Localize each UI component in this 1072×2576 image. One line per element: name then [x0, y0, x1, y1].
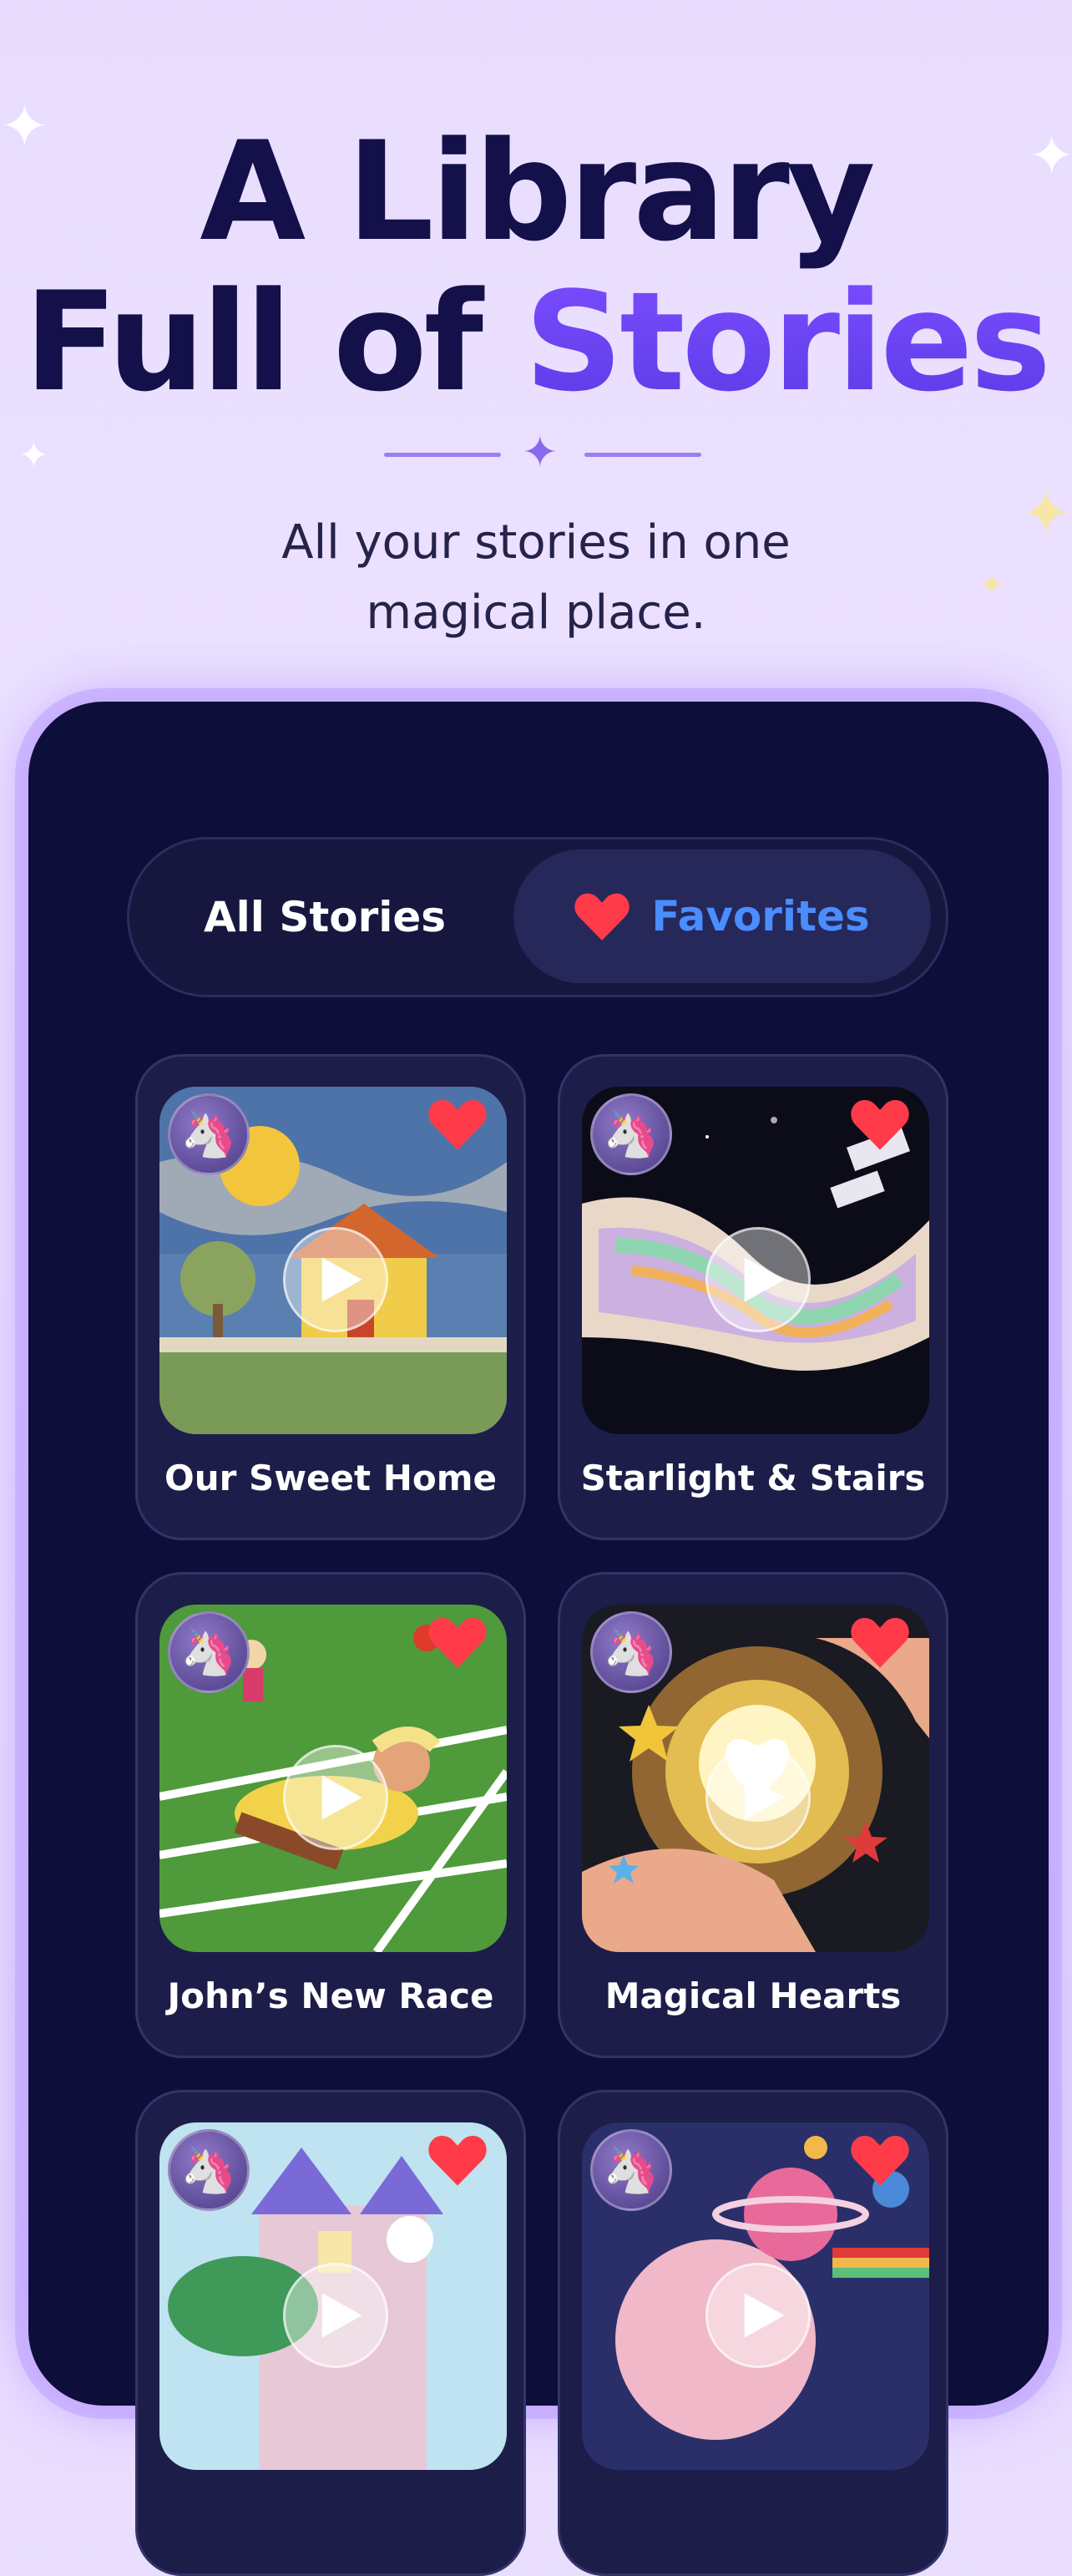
story-title: Starlight & Stairs [580, 1458, 926, 1498]
play-button[interactable] [283, 1745, 388, 1850]
unicorn-icon: 🦄 [590, 2129, 672, 2211]
page-title-plain: Full of [23, 262, 525, 422]
page-title-line2: Full of Stories [0, 267, 1072, 418]
divider-line [384, 453, 501, 457]
page-title-accent: Stories [524, 262, 1051, 422]
unicorn-icon: 🦄 [590, 1611, 672, 1693]
divider-line [584, 453, 701, 457]
play-icon [321, 1775, 362, 1820]
title-divider: ✦ [0, 431, 1072, 474]
subtitle-line1: All your stories in one [281, 515, 791, 570]
story-title: Magical Hearts [604, 1975, 902, 2016]
story-title: John’s New Race [167, 1975, 494, 2016]
play-icon [744, 2293, 785, 2338]
play-button[interactable] [705, 1227, 811, 1332]
story-card[interactable]: 🦄 [135, 2090, 526, 2576]
unicorn-icon: 🦄 [168, 1611, 250, 1693]
sparkle-icon: ✦ [522, 428, 559, 478]
unicorn-icon: 🦄 [168, 2129, 250, 2211]
story-card[interactable]: 🦄 John’s New Race [135, 1572, 526, 2058]
heart-icon[interactable] [851, 1098, 909, 1150]
tab-favorites[interactable]: Favorites [513, 849, 931, 983]
play-icon [744, 1257, 785, 1302]
story-card[interactable]: 🦄 Our Sweet Home [135, 1054, 526, 1540]
heart-icon[interactable] [851, 1616, 909, 1668]
tab-favorites-label: Favorites [651, 892, 870, 941]
story-card[interactable]: 🦄 Magical Hearts [558, 1572, 948, 2058]
heart-icon[interactable] [851, 2134, 909, 2186]
play-icon [744, 1775, 785, 1820]
page-subtitle: All your stories in one magical place. [0, 508, 1072, 648]
heart-icon[interactable] [428, 2134, 487, 2186]
story-filter-tabs: All Stories Favorites [127, 837, 948, 997]
play-icon [321, 2293, 362, 2338]
page-title-line1: A Library [200, 112, 875, 271]
play-button[interactable] [705, 1745, 811, 1850]
story-card[interactable]: 🦄 Starlight & Stairs [558, 1054, 948, 1540]
play-icon [321, 1257, 362, 1302]
subtitle-line2: magical place. [366, 586, 706, 640]
play-button[interactable] [705, 2263, 811, 2368]
heart-icon[interactable] [428, 1098, 487, 1150]
tab-all-stories[interactable]: All Stories [129, 839, 520, 995]
play-button[interactable] [283, 1227, 388, 1332]
heart-icon[interactable] [428, 1616, 487, 1668]
play-button[interactable] [283, 2263, 388, 2368]
story-title: Our Sweet Home [164, 1458, 497, 1498]
unicorn-icon: 🦄 [590, 1093, 672, 1175]
unicorn-icon: 🦄 [168, 1093, 250, 1175]
heart-icon [574, 893, 630, 941]
story-card[interactable]: 🦄 [558, 2090, 948, 2576]
